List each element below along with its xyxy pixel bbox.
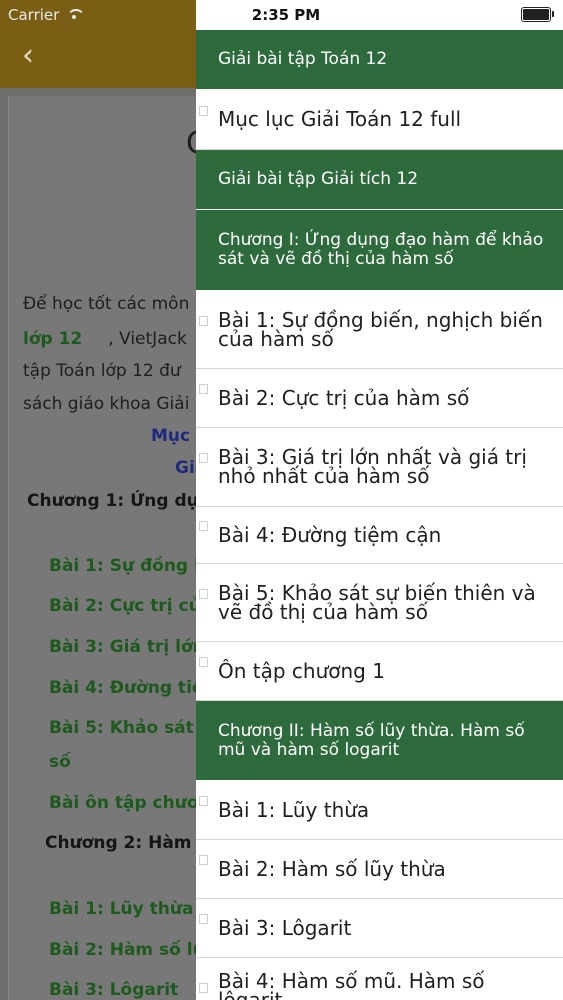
status-time: 2:35 PM (251, 6, 321, 24)
chapter1-link[interactable]: Bài 4: Đường tiệ (49, 678, 203, 698)
chapter1-link[interactable]: số (49, 752, 71, 772)
intro-line: Để học tốt các môn (23, 294, 190, 314)
menu-item-chuong2-bai-2[interactable]: Bài 2: Hàm số lũy thừa (196, 840, 563, 899)
menu-item-muc-luc[interactable]: Mục lục Giải Toán 12 full (196, 90, 563, 150)
menu-header-chuong-1[interactable]: Chương I: Ứng dụng đạo hàm để khảo sát v… (196, 210, 563, 291)
menu-item-label: Bài 4: Hàm số mũ. Hàm số lôgarit (218, 969, 485, 1000)
menu-item-label: Bài 2: Hàm số lũy thừa (218, 856, 446, 881)
carrier-label: Carrier (8, 6, 60, 24)
bullet-icon (199, 384, 208, 394)
menu-item-bai-1[interactable]: Bài 1: Sự đồng biến, nghịch biến của hàm… (196, 291, 563, 369)
menu-item-bai-4[interactable]: Bài 4: Đường tiệm cận (196, 507, 563, 564)
menu-item-chuong2-bai-3[interactable]: Bài 3: Lôgarit (196, 899, 563, 958)
chapter1-heading: Chương 1: Ứng dụ (27, 491, 199, 511)
bullet-icon (199, 914, 208, 924)
menu-header-chuong-2[interactable]: Chương II: Hàm số lũy thừa. Hàm số mũ và… (196, 701, 563, 781)
menu-item-label: Bài 2: Cực trị của hàm số (218, 385, 470, 410)
toc-heading[interactable]: Mục (151, 426, 190, 446)
menu-item-label: Bài 4: Đường tiệm cận (218, 522, 442, 547)
menu-item-label: Giải bài tập Giải tích 12 (218, 169, 419, 189)
bullet-icon (199, 796, 208, 806)
menu-item-label: Chương II: Hàm số lũy thừa. Hàm số mũ và… (218, 720, 525, 760)
bullet-icon (199, 453, 208, 463)
bullet-icon (199, 657, 208, 667)
navigation-drawer: 2:35 PM Giải bài tập Toán 12 Mục lục Giả… (196, 0, 563, 1000)
menu-item-chuong2-bai-1[interactable]: Bài 1: Lũy thừa (196, 781, 563, 840)
chapter1-link[interactable]: Bài 2: Cực trị củ (49, 596, 201, 616)
menu-item-label: Chương I: Ứng dụng đạo hàm để khảo sát v… (218, 230, 544, 269)
intro-line: lớp 12, VietJack (23, 329, 187, 349)
bullet-icon (199, 521, 208, 531)
menu-item-bai-3[interactable]: Bài 3: Giá trị lớn nhất và giá trị nhỏ n… (196, 428, 563, 507)
chapter1-link[interactable]: Bài ôn tập chươ (49, 793, 199, 813)
chapter1-link[interactable]: Bài 5: Khảo sát s (49, 718, 210, 738)
wifi-icon (65, 9, 86, 21)
menu-item-label: Giải bài tập Toán 12 (218, 49, 388, 69)
chapter2-link[interactable]: Bài 1: Lũy thừa (49, 899, 193, 919)
menu-item-bai-5[interactable]: Bài 5: Khảo sát sự biến thiên và vẽ đồ t… (196, 564, 563, 642)
menu-item-bai-2[interactable]: Bài 2: Cực trị của hàm số (196, 369, 563, 428)
menu-item-label: Bài 3: Lôgarit (218, 915, 352, 940)
bullet-icon (199, 588, 208, 599)
drawer-menu: Giải bài tập Toán 12 Mục lục Giải Toán 1… (196, 30, 563, 1000)
menu-item-label: Ôn tập chương 1 (218, 658, 385, 683)
chapter1-link[interactable]: Bài 3: Giá trị lớn (49, 637, 205, 657)
menu-item-label: Bài 3: Giá trị lớn nhất và giá trị nhỏ n… (218, 445, 527, 488)
chapter2-heading: Chương 2: Hàm (45, 833, 192, 853)
menu-item-label: Bài 1: Lũy thừa (218, 797, 370, 822)
menu-item-on-tap-1[interactable]: Ôn tập chương 1 (196, 642, 563, 701)
menu-item-label: Bài 1: Sự đồng biến, nghịch biến của hàm… (218, 307, 543, 351)
battery-icon (521, 7, 554, 22)
chapter2-link[interactable]: Bài 2: Hàm số lũ (49, 940, 205, 960)
back-button[interactable]: ‹ (22, 41, 50, 71)
intro-line: sách giáo khoa Giải (23, 394, 190, 414)
chapter1-link[interactable]: Bài 1: Sự đồng b (49, 556, 206, 576)
menu-item-label: Bài 5: Khảo sát sự biến thiên và vẽ đồ t… (218, 580, 536, 624)
bullet-icon (199, 982, 208, 993)
menu-item-chuong2-bai-4[interactable]: Bài 4: Hàm số mũ. Hàm số lôgarit (196, 958, 563, 1000)
chapter2-link[interactable]: Bài 3: Lôgarit (49, 980, 178, 1000)
bullet-icon (199, 105, 208, 116)
intro-line: tập Toán lớp 12 đư (23, 361, 181, 381)
menu-header-giai-tich[interactable]: Giải bài tập Giải tích 12 (196, 150, 563, 210)
bullet-icon (199, 855, 208, 865)
bullet-icon (199, 315, 208, 326)
menu-item-label: Mục lục Giải Toán 12 full (218, 107, 462, 131)
intro-link[interactable]: lớp 12 (23, 329, 82, 349)
status-bar: 2:35 PM (196, 0, 563, 30)
menu-header-toan12[interactable]: Giải bài tập Toán 12 (196, 30, 563, 90)
status-bar-left: Carrier (8, 6, 86, 24)
